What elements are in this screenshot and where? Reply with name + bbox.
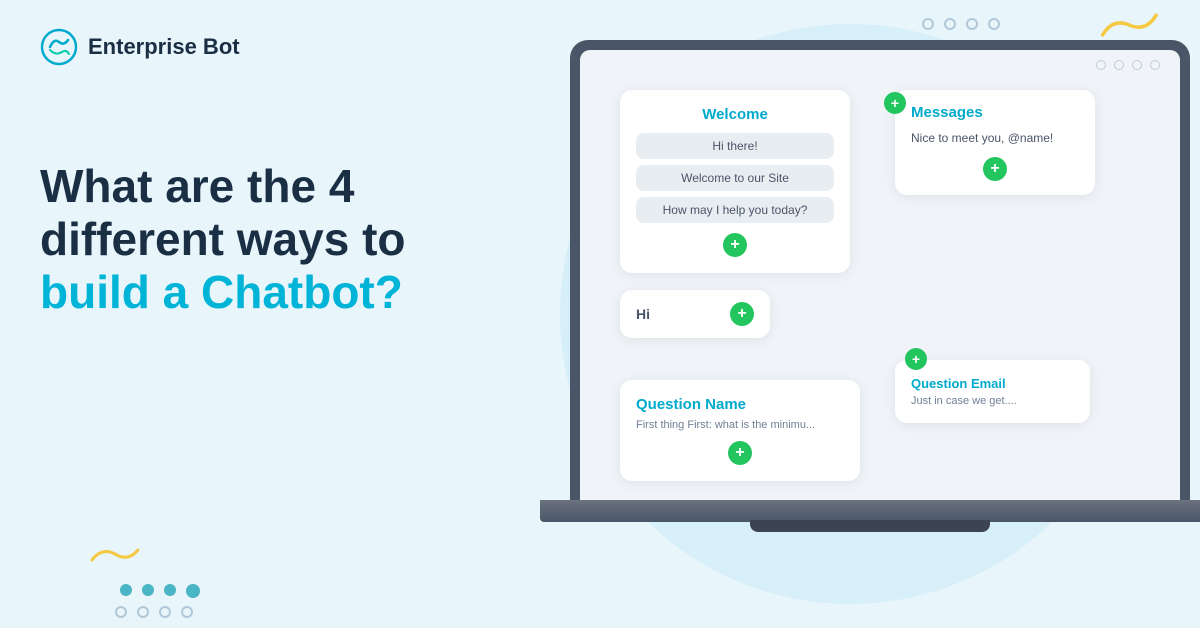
qname-card-title: Question Name [636, 396, 844, 413]
messages-card-top-add[interactable]: + [884, 92, 906, 114]
deco-filled-dot-4 [186, 584, 200, 598]
enterprise-bot-logo-icon [40, 28, 78, 66]
laptop-screen-inner: Welcome Hi there! Welcome to our Site Ho… [580, 50, 1180, 500]
headline-line3-blue: build a Chatbot? [40, 266, 403, 318]
chrome-dot-3 [1132, 60, 1142, 70]
messages-card: Messages Nice to meet you, @name! + [895, 90, 1095, 195]
deco-dots-top [922, 18, 1000, 30]
deco-filled-dot-2 [142, 584, 154, 596]
hi-card: Hi + [620, 290, 770, 338]
messages-card-title: Messages [911, 104, 1079, 121]
brand-name: Enterprise Bot [88, 34, 240, 60]
hi-add-button[interactable]: + [730, 302, 754, 326]
laptop: Welcome Hi there! Welcome to our Site Ho… [540, 40, 1200, 600]
qname-card-sub: First thing First: what is the minimu... [636, 419, 844, 431]
welcome-msg-1: Hi there! [636, 133, 834, 159]
qname-add-button[interactable]: + [728, 441, 752, 465]
messages-card-body: Nice to meet you, @name! [911, 129, 1079, 147]
deco-circle-dot-1 [115, 606, 127, 618]
welcome-add-button[interactable]: + [723, 233, 747, 257]
window-chrome [1096, 60, 1160, 70]
qname-card: Question Name First thing First: what is… [620, 380, 860, 481]
chrome-dot-1 [1096, 60, 1106, 70]
qemail-top-add[interactable]: + [905, 348, 927, 370]
welcome-msg-3: How may I help you today? [636, 197, 834, 223]
laptop-screen-outer: Welcome Hi there! Welcome to our Site Ho… [570, 40, 1190, 500]
deco-dots-bottom [120, 584, 200, 598]
welcome-card-title: Welcome [636, 106, 834, 123]
hi-card-text: Hi [636, 306, 650, 322]
laptop-base [540, 500, 1200, 522]
deco-dot-1 [922, 18, 934, 30]
welcome-card: Welcome Hi there! Welcome to our Site Ho… [620, 90, 850, 273]
deco-wave-bottom-left [90, 542, 140, 573]
deco-circle-dot-4 [181, 606, 193, 618]
headline-line1: What are the 4 [40, 160, 354, 212]
deco-filled-dot-1 [120, 584, 132, 596]
deco-circle-dot-3 [159, 606, 171, 618]
deco-circle-dot-2 [137, 606, 149, 618]
welcome-msg-2: Welcome to our Site [636, 165, 834, 191]
deco-filled-dot-3 [164, 584, 176, 596]
chrome-dot-2 [1114, 60, 1124, 70]
qemail-card-sub: Just in case we get.... [911, 395, 1074, 407]
deco-dot-3 [966, 18, 978, 30]
messages-add-button[interactable]: + [983, 157, 1007, 181]
qemail-card-title: Question Email [911, 376, 1074, 391]
deco-dot-4 [988, 18, 1000, 30]
chat-ui: Welcome Hi there! Welcome to our Site Ho… [600, 70, 1180, 500]
laptop-foot [750, 520, 990, 532]
headline: What are the 4 different ways to build a… [40, 160, 520, 319]
logo-area: Enterprise Bot [40, 28, 240, 66]
left-content: What are the 4 different ways to build a… [40, 160, 520, 319]
deco-dot-2 [944, 18, 956, 30]
chrome-dot-4 [1150, 60, 1160, 70]
qemail-card: + Question Email Just in case we get.... [895, 360, 1090, 423]
headline-line2: different ways to [40, 213, 406, 265]
deco-circle-dots-bottom [115, 606, 193, 618]
